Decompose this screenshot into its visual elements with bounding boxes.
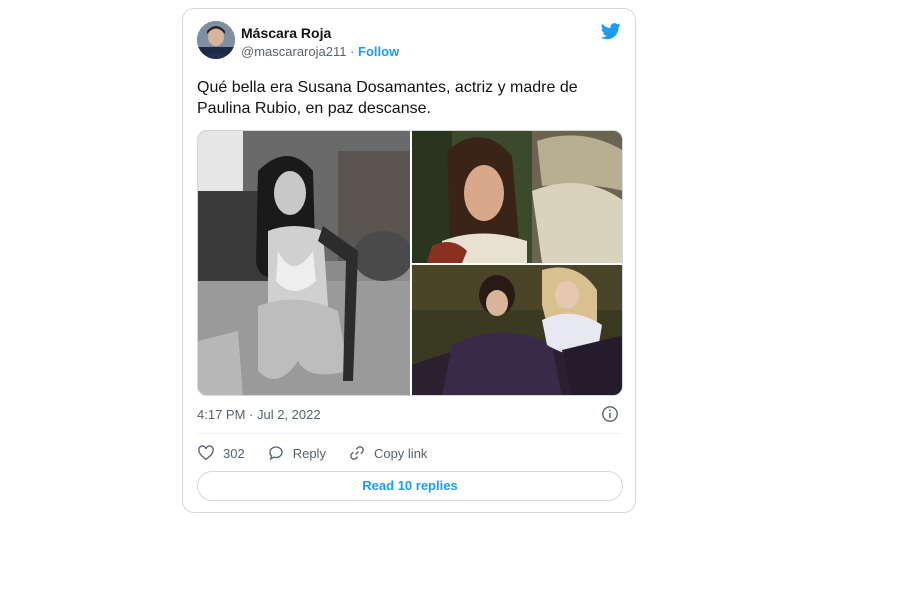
photo-woman-in-lounge-chair[interactable]: [198, 131, 410, 396]
divider: [197, 433, 621, 434]
follow-button[interactable]: Follow: [358, 44, 399, 59]
copy-link-button[interactable]: Copy link: [348, 444, 427, 462]
photo-two-children[interactable]: [412, 265, 623, 396]
reply-button[interactable]: Reply: [267, 444, 326, 462]
avatar[interactable]: [197, 21, 235, 59]
author-name[interactable]: Máscara Roja: [241, 25, 331, 41]
reply-label: Reply: [292, 445, 326, 461]
handle-row: @mascararoja211 · Follow: [241, 44, 399, 59]
twitter-bird-icon[interactable]: [601, 21, 621, 41]
speech-bubble-icon: [269, 446, 283, 461]
heart-icon: [198, 445, 214, 461]
tweet-card: Máscara Roja @mascararoja211 · Follow Qu…: [182, 8, 636, 513]
action-bar: 302 Reply Copy link: [197, 443, 449, 463]
read-replies-button[interactable]: Read 10 replies: [197, 471, 623, 501]
info-icon[interactable]: [601, 405, 619, 423]
like-button[interactable]: 302: [197, 444, 245, 462]
copy-link-label: Copy link: [373, 445, 428, 461]
author-handle[interactable]: @mascararoja211: [241, 44, 346, 59]
separator-dot: ·: [350, 44, 355, 59]
photo-woman-closeup[interactable]: [412, 131, 623, 263]
tweet-text: Qué bella era Susana Dosamantes, actriz …: [197, 79, 578, 117]
media-grid: [197, 130, 623, 396]
timestamp-link[interactable]: 4:17 PM · Jul 2, 2022: [197, 407, 321, 422]
link-icon: [350, 446, 364, 460]
like-count: 302: [223, 445, 245, 461]
